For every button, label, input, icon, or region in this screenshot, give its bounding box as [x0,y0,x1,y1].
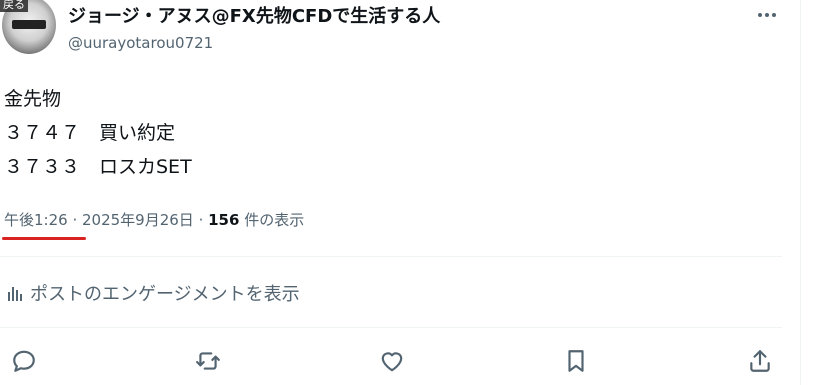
bookmark-icon [568,350,584,372]
post-time-link[interactable]: 午後1:26 [4,211,68,229]
reply-icon [13,350,35,372]
engagements-label: ポストのエンゲージメントを表示 [30,284,300,305]
more-dots-icon [758,13,776,17]
post-meta: 午後1:26 · 2025年9月26日 · 156 件の表示 [4,209,304,230]
author-display-name[interactable]: ジョージ・アヌス@FX先物CFDで生活する人 [68,2,440,28]
heart-icon [381,352,403,372]
avatar-face-band [12,20,46,29]
repost-icon [196,352,220,370]
action-bar [0,346,800,376]
post-text: 金先物 ３７４７ 買い約定 ３７３３ ロスカSET [4,82,192,184]
post-line: ３７３３ ロスカSET [4,156,192,178]
divider [0,327,782,328]
post-date-link[interactable]: 2025年9月26日 [82,211,194,229]
like-button[interactable] [377,346,407,376]
divider [0,256,782,257]
bookmark-button[interactable] [561,346,591,376]
views-count: 156 [208,211,240,229]
reply-button[interactable] [9,346,39,376]
post-line: 金先物 [4,88,62,110]
bar-chart-icon [8,287,22,301]
author-handle[interactable]: @uurayotarou0721 [68,34,213,52]
back-label[interactable]: 戻る [0,0,28,12]
share-button[interactable] [745,346,775,376]
views-label: 件の表示 [239,211,305,229]
meta-separator: · [67,211,82,229]
repost-button[interactable] [193,346,223,376]
share-icon [750,350,770,372]
meta-separator: · [193,211,209,229]
view-engagements-link[interactable]: ポストのエンゲージメントを表示 [6,280,300,306]
column-border [800,0,801,385]
post-line: ３７４７ 買い約定 [4,122,176,144]
more-options-button[interactable] [756,4,778,26]
time-underline-annotation [2,237,86,240]
